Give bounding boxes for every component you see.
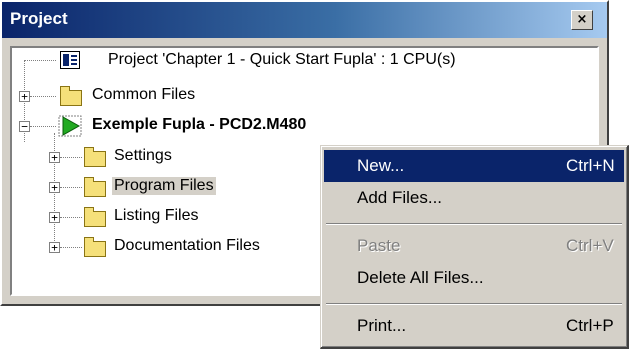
tree-line [30,96,56,97]
tree-node-common-files-label: Common Files [92,86,196,103]
tree-node-project-label: Project 'Chapter 1 - Quick Start Fupla' … [108,51,456,68]
menu-item-label: New... [357,156,405,175]
folder-icon [84,147,106,167]
window-title: Project [10,9,68,28]
project-file-icon [60,51,80,69]
tree-node-label: Listing Files [114,207,199,224]
collapse-minus-icon[interactable]: − [19,121,30,132]
menu-item-paste: Paste Ctrl+V [324,230,624,262]
expand-plus-icon[interactable]: + [49,152,60,163]
expand-plus-icon[interactable]: + [49,212,60,223]
menu-item-shortcut: Ctrl+N [566,156,615,175]
menu-item-add-files[interactable]: Add Files... [324,182,624,214]
tree-line [60,187,82,188]
folder-icon [60,86,82,106]
menu-separator [326,223,622,225]
folder-icon [84,177,106,197]
folder-icon [84,237,106,257]
tree-node-cpu-label: Exemple Fupla - PCD2.M480 [92,116,307,133]
menu-separator [326,303,622,305]
close-button[interactable]: × [571,10,593,30]
expand-plus-icon[interactable]: + [19,91,30,102]
menu-item-label: Add Files... [357,188,443,207]
close-icon: × [576,12,588,27]
tree-line [24,60,56,61]
tree-node-label: Program Files [112,177,216,195]
tree-line [60,217,82,218]
menu-item-label: Delete All Files... [357,268,484,287]
expand-plus-icon[interactable]: + [49,182,60,193]
menu-item-shortcut: Ctrl+P [566,316,614,335]
cpu-play-icon [58,115,82,137]
folder-icon [84,207,106,227]
tree-node-label: Settings [114,147,172,164]
menu-item-label: Print... [357,316,407,335]
tree-line [60,157,82,158]
tree-line [60,247,82,248]
expand-plus-icon[interactable]: + [49,242,60,253]
menu-item-shortcut: Ctrl+V [566,236,614,255]
menu-item-new[interactable]: New... Ctrl+N [324,150,624,182]
menu-item-delete-all-files[interactable]: Delete All Files... [324,262,624,294]
menu-item-label: Paste [357,236,401,255]
title-bar[interactable]: Project × [2,2,607,38]
menu-item-print[interactable]: Print... Ctrl+P [324,310,624,342]
tree-node-label: Documentation Files [114,237,260,254]
tree-line [30,126,56,127]
context-menu: New... Ctrl+N Add Files... Paste Ctrl+V … [320,145,629,349]
